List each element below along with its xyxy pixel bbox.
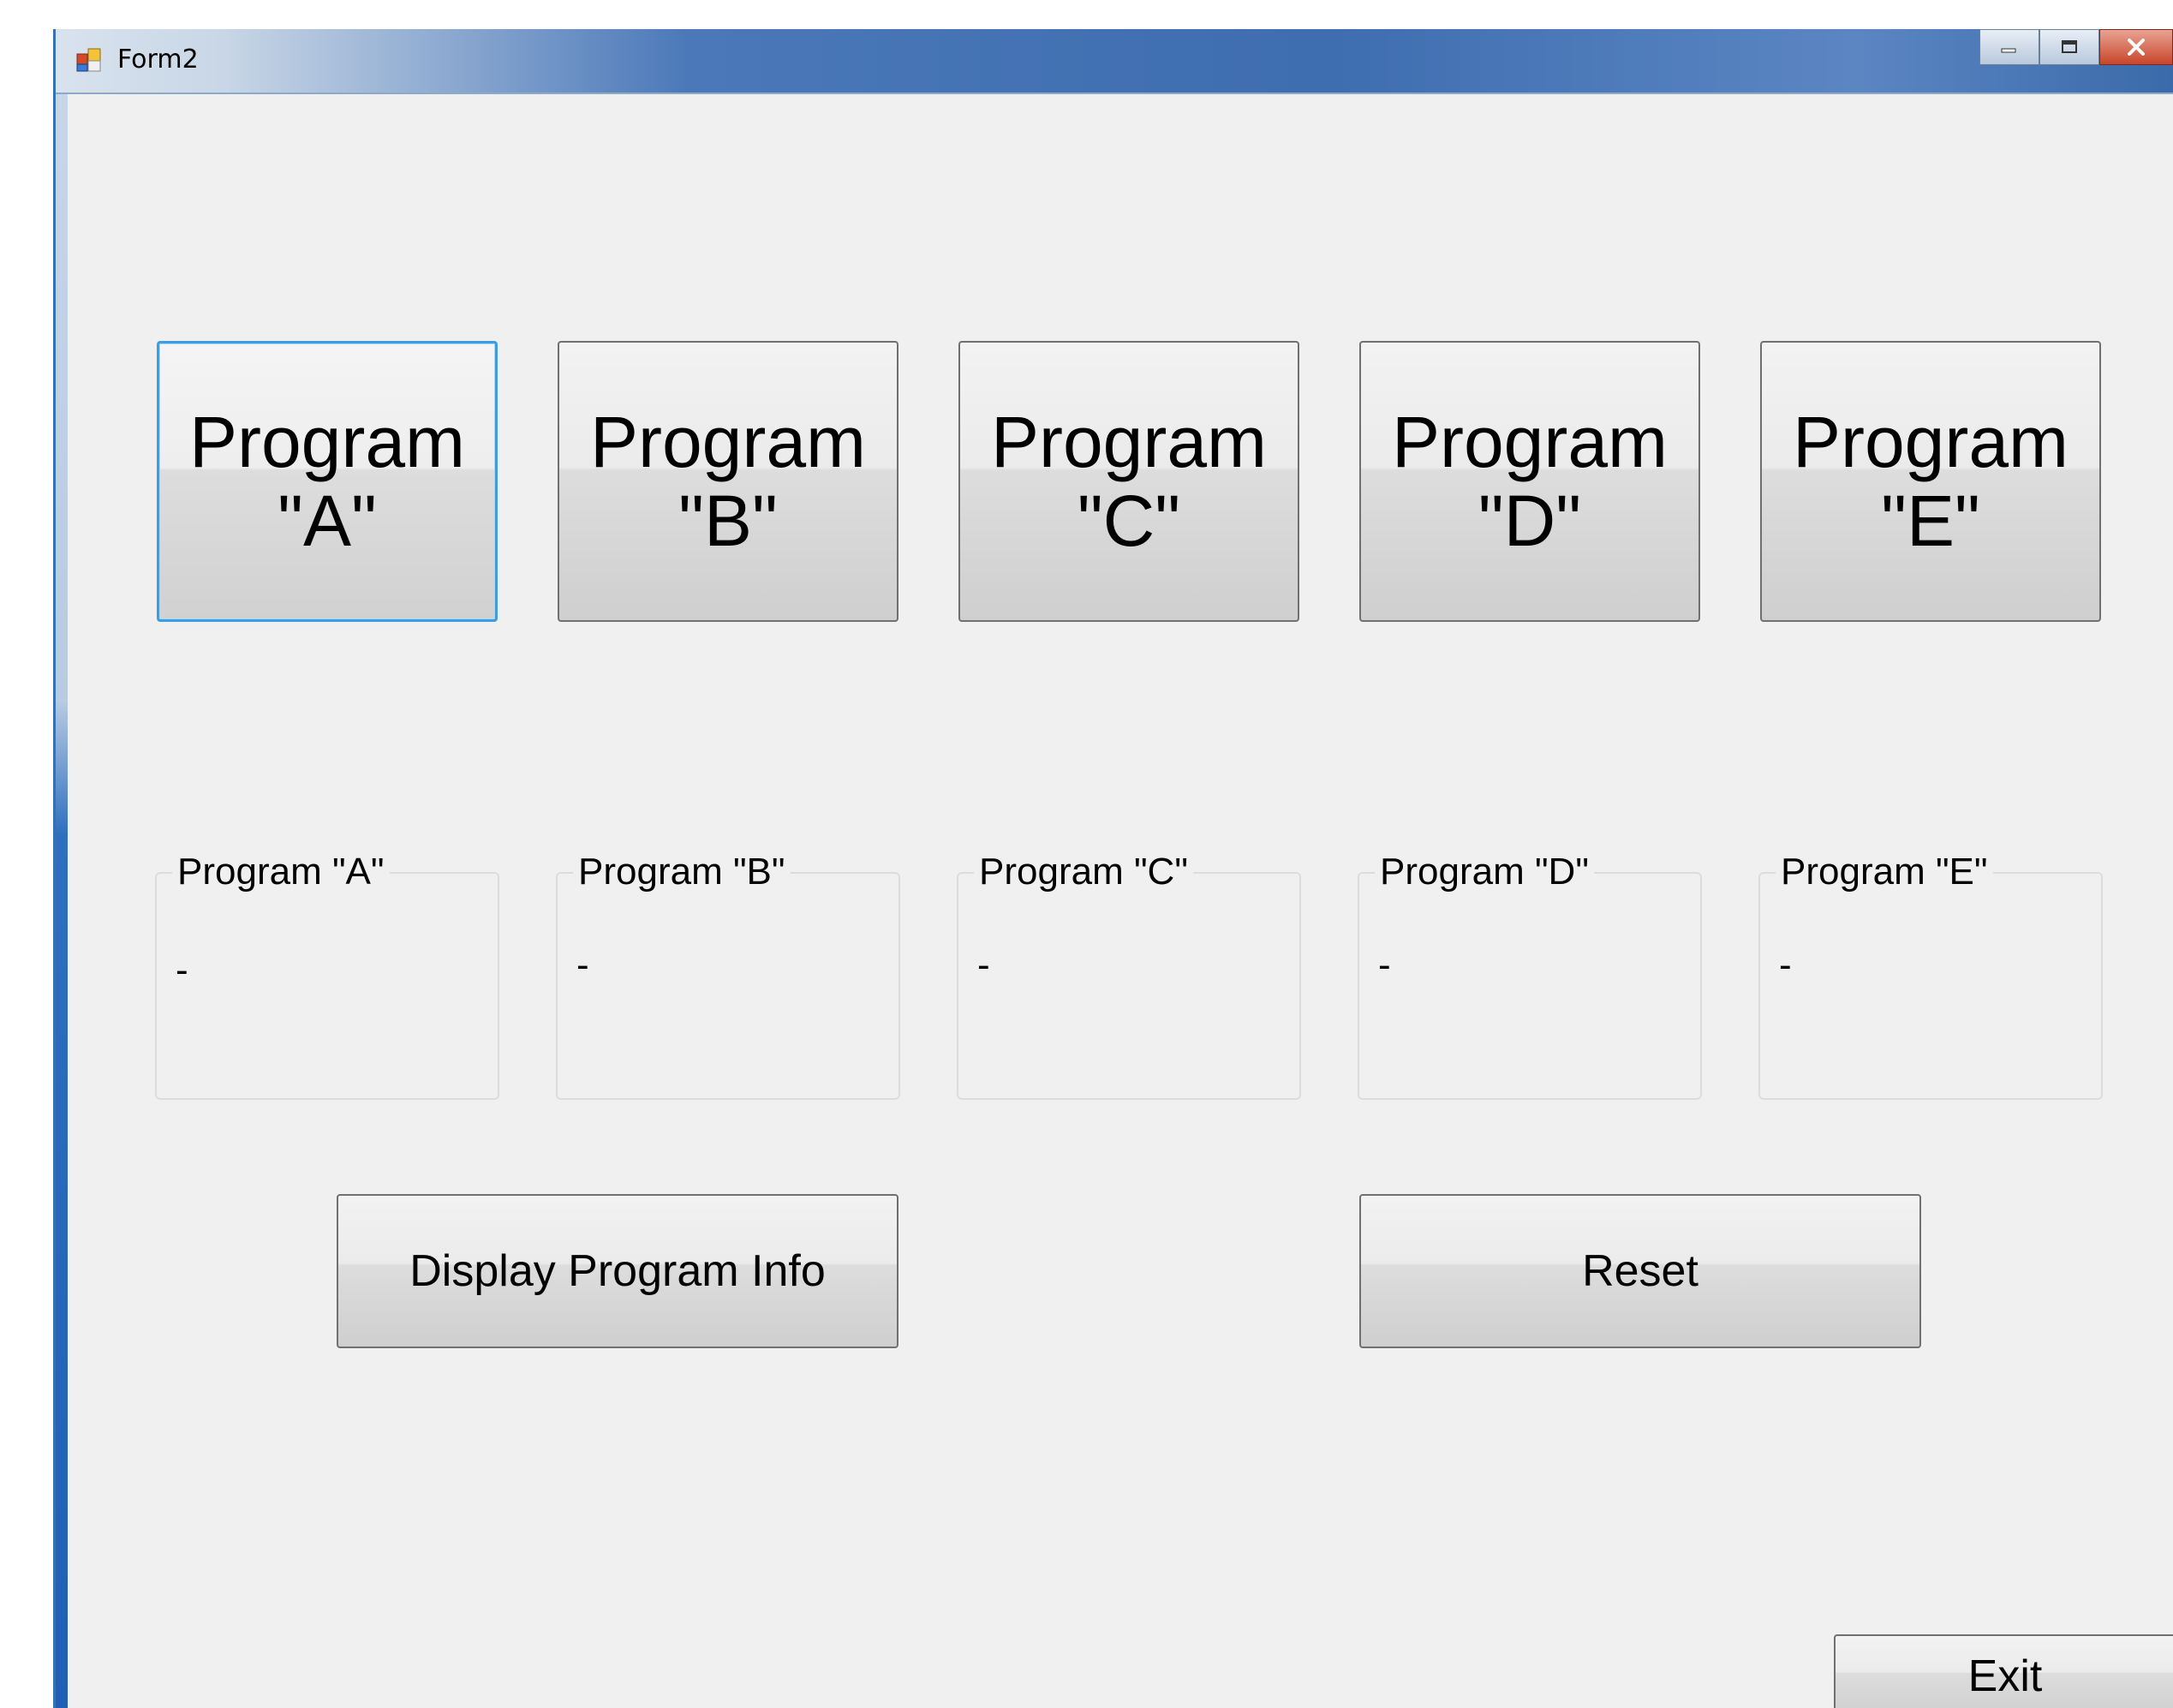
program-b-group-label: Program "B" — [573, 851, 791, 893]
reset-button[interactable]: Reset — [1359, 1194, 1921, 1348]
program-e-info-value: - — [1779, 944, 1792, 986]
exit-button[interactable]: Exit — [1834, 1634, 2173, 1708]
program-c-groupbox: Program "C" - — [957, 851, 1301, 1100]
program-c-button[interactable]: Program "C" — [958, 341, 1299, 622]
app-icon — [76, 48, 101, 72]
program-d-info-value: - — [1378, 944, 1391, 986]
maximize-icon — [2062, 40, 2077, 53]
window-frame-edge — [56, 29, 68, 1708]
program-d-button[interactable]: Program "D" — [1359, 341, 1700, 622]
form2-window: Form2 Program "A" Program "B" Program "C… — [53, 29, 2173, 1708]
close-button[interactable] — [2099, 29, 2173, 65]
program-d-group-label: Program "D" — [1375, 851, 1594, 893]
program-c-info-value: - — [977, 944, 990, 986]
program-a-button[interactable]: Program "A" — [157, 341, 498, 622]
program-d-groupbox: Program "D" - — [1358, 851, 1702, 1100]
program-e-groupbox: Program "E" - — [1758, 851, 2103, 1100]
minimize-icon — [2001, 48, 2016, 53]
program-b-button[interactable]: Program "B" — [558, 341, 898, 622]
program-a-info-value: - — [176, 949, 188, 991]
program-e-button[interactable]: Program "E" — [1760, 341, 2101, 622]
close-icon — [2128, 39, 2145, 56]
program-c-group-label: Program "C" — [974, 851, 1193, 893]
form-client-area: Program "A" Program "B" Program "C" Prog… — [68, 94, 2173, 1708]
minimize-button[interactable] — [1979, 29, 2039, 65]
title-bar[interactable]: Form2 — [56, 29, 2173, 94]
window-title: Form2 — [117, 45, 199, 75]
program-a-group-label: Program "A" — [172, 851, 390, 893]
display-program-info-button[interactable]: Display Program Info — [337, 1194, 898, 1348]
caption-buttons — [1979, 29, 2173, 67]
program-b-groupbox: Program "B" - — [556, 851, 900, 1100]
program-b-info-value: - — [576, 944, 589, 986]
program-e-group-label: Program "E" — [1776, 851, 1993, 893]
maximize-button[interactable] — [2039, 29, 2099, 65]
program-a-groupbox: Program "A" - — [155, 851, 499, 1100]
